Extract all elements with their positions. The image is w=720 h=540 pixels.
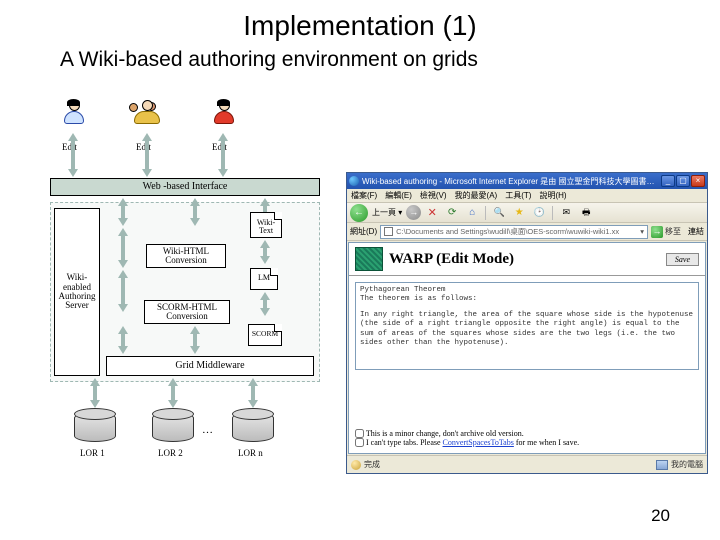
scorm-html-box: SCORM-HTML Conversion xyxy=(144,300,230,324)
lor-1-icon xyxy=(74,412,116,442)
save-button[interactable]: Save xyxy=(666,253,699,266)
arrow-gm-2 xyxy=(190,326,202,354)
arrow-if-1 xyxy=(118,198,130,226)
warp-title: WARP (Edit Mode) xyxy=(389,251,514,268)
arrow-lor-2 xyxy=(168,378,180,408)
arrow-edit-2 xyxy=(142,133,154,177)
ellipsis: … xyxy=(202,424,215,436)
page-icon xyxy=(384,227,393,236)
slide-title: Implementation (1) xyxy=(0,0,720,42)
maximize-button[interactable]: ▢ xyxy=(676,175,690,187)
address-input[interactable]: C:\Documents and Settings\wudill\桌面\OES-… xyxy=(380,225,648,239)
edit-line-2: The theorem is as follows: xyxy=(360,295,694,304)
browser-window: Wiki-based authoring - Microsoft Interne… xyxy=(346,172,708,474)
print-button[interactable]: 🖶 xyxy=(577,205,595,221)
menu-bar: 檔案(F) 編輯(E) 檢視(V) 我的最愛(A) 工具(T) 說明(H) xyxy=(347,189,707,203)
arrow-wh-r xyxy=(260,240,272,264)
go-label: 移至 xyxy=(665,226,681,237)
history-button[interactable]: 🕑 xyxy=(530,205,548,221)
edit-body: In any right triangle, the area of the s… xyxy=(360,311,694,349)
arrow-if-2 xyxy=(190,198,202,226)
address-bar-row: 網址(D) C:\Documents and Settings\wudill\桌… xyxy=(347,223,707,241)
content-area: Edit Edit Edit Web -based Interface Wiki… xyxy=(50,100,680,500)
wiki-server-box: Wiki-enabled Authoring Server xyxy=(54,208,100,376)
arrow-gm-1 xyxy=(118,326,130,354)
status-done: 完成 xyxy=(364,459,380,470)
menu-view[interactable]: 檢視(V) xyxy=(420,190,447,201)
grid-middleware-box: Grid Middleware xyxy=(106,356,314,376)
address-label: 網址(D) xyxy=(350,226,377,237)
done-icon xyxy=(351,460,361,470)
title-bar[interactable]: Wiki-based authoring - Microsoft Interne… xyxy=(347,173,707,189)
arrow-sh-l xyxy=(118,270,130,312)
go-arrow-icon: → xyxy=(651,226,663,238)
arrow-edit-3 xyxy=(218,133,230,177)
page-content: WARP (Edit Mode) Save Pythagorean Theore… xyxy=(348,242,706,454)
wiki-text-doc: Wiki-Text xyxy=(250,212,282,238)
computer-icon xyxy=(656,460,668,470)
ie-icon xyxy=(349,176,359,186)
menu-tools[interactable]: 工具(T) xyxy=(505,190,531,201)
window-title: Wiki-based authoring - Microsoft Interne… xyxy=(362,176,661,187)
convert-tabs-label-b: for me when I save. xyxy=(514,438,579,447)
arrow-edit-1 xyxy=(68,133,80,177)
back-label: 上一頁 ▾ xyxy=(372,207,402,218)
page-number: 20 xyxy=(651,506,670,526)
toolbar: ← 上一頁 ▾ → ✕ ⟳ ⌂ 🔍 ★ 🕑 ✉ 🖶 xyxy=(347,203,707,223)
arrow-lor-n xyxy=(248,378,260,408)
forward-button[interactable]: → xyxy=(406,205,421,220)
mail-button[interactable]: ✉ xyxy=(557,205,575,221)
warp-logo-icon xyxy=(355,247,383,271)
user-icon-group xyxy=(133,100,161,128)
scorm-doc: SCORM xyxy=(248,324,282,346)
favorites-button[interactable]: ★ xyxy=(510,205,528,221)
architecture-diagram: Edit Edit Edit Web -based Interface Wiki… xyxy=(50,100,340,500)
status-bar: 完成 我的電腦 xyxy=(347,455,707,473)
lm-doc: LM xyxy=(250,268,278,290)
dropdown-icon[interactable]: ▾ xyxy=(640,227,644,236)
lor-n-label: LOR n xyxy=(238,448,263,458)
user-icon-admin xyxy=(210,100,238,128)
options-area: This is a minor change, don't archive ol… xyxy=(355,429,579,447)
arrow-wh-l xyxy=(118,228,130,268)
lor-2-label: LOR 2 xyxy=(158,448,183,458)
back-button[interactable]: ← xyxy=(350,204,368,222)
edit-line-1: Pythagorean Theorem xyxy=(360,286,694,295)
home-button[interactable]: ⌂ xyxy=(463,205,481,221)
address-text: C:\Documents and Settings\wudill\桌面\OES-… xyxy=(396,226,619,237)
stop-button[interactable]: ✕ xyxy=(423,205,441,221)
minor-change-label: This is a minor change, don't archive ol… xyxy=(366,429,524,438)
go-button[interactable]: → 移至 xyxy=(651,226,681,238)
lor-1-label: LOR 1 xyxy=(80,448,105,458)
arrow-sh-r xyxy=(260,292,272,316)
lor-n-icon xyxy=(232,412,274,442)
minor-change-option[interactable]: This is a minor change, don't archive ol… xyxy=(355,429,579,438)
minimize-button[interactable]: _ xyxy=(661,175,675,187)
convert-tabs-option[interactable]: I can't type tabs. Please ConvertSpacesT… xyxy=(355,438,579,447)
close-button[interactable]: × xyxy=(691,175,705,187)
links-label[interactable]: 連結 xyxy=(688,226,704,237)
menu-help[interactable]: 說明(H) xyxy=(539,190,566,201)
refresh-button[interactable]: ⟳ xyxy=(443,205,461,221)
convert-tabs-link[interactable]: ConvertSpacesToTabs xyxy=(443,438,514,447)
lor-2-icon xyxy=(152,412,194,442)
search-button[interactable]: 🔍 xyxy=(490,205,508,221)
wiki-html-box: Wiki-HTML Conversion xyxy=(146,244,226,268)
status-zone: 我的電腦 xyxy=(671,459,703,470)
menu-file[interactable]: 檔案(F) xyxy=(351,190,377,201)
web-interface-box: Web -based Interface xyxy=(50,178,320,196)
wiki-textarea[interactable]: Pythagorean Theorem The theorem is as fo… xyxy=(355,282,699,370)
user-icon-single xyxy=(60,100,88,128)
convert-tabs-label-a: I can't type tabs. Please xyxy=(366,438,443,447)
slide-subtitle: A Wiki-based authoring environment on gr… xyxy=(0,42,720,72)
arrow-lor-1 xyxy=(90,378,102,408)
menu-edit[interactable]: 編輯(E) xyxy=(385,190,412,201)
menu-fav[interactable]: 我的最愛(A) xyxy=(455,190,498,201)
warp-header: WARP (Edit Mode) Save xyxy=(349,243,705,276)
